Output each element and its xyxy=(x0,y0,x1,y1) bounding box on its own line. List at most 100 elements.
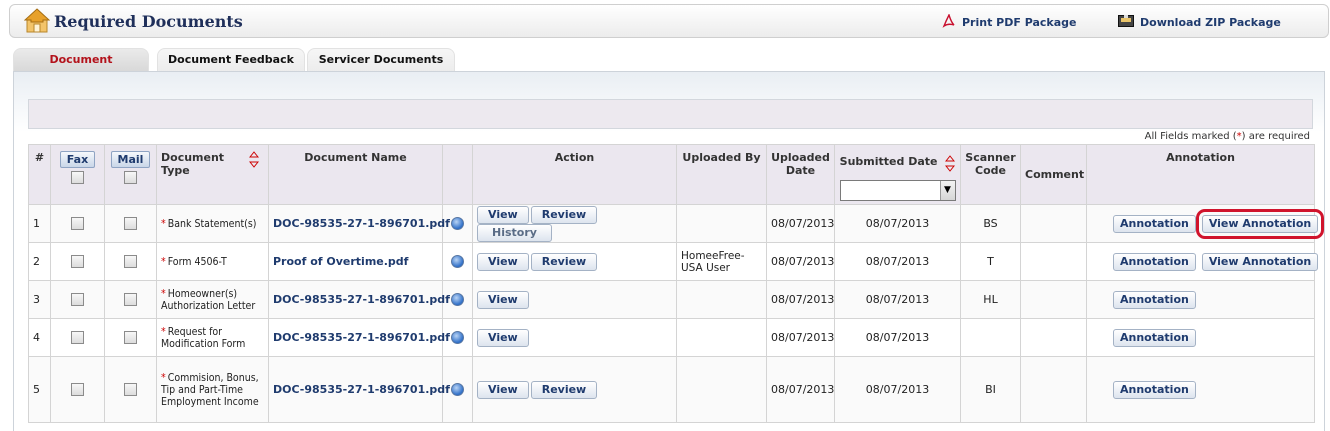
uploaded-date: 08/07/2013 xyxy=(766,242,835,281)
view-annotation-button[interactable]: View Annotation xyxy=(1195,208,1325,239)
fax-checkbox[interactable] xyxy=(71,255,84,269)
print-pdf-package-link[interactable]: Print PDF Package xyxy=(942,13,1077,31)
comment xyxy=(1020,318,1087,357)
document-name-link[interactable]: DOC-98535-27-1-896701.pdf xyxy=(273,217,450,230)
mail-checkbox[interactable] xyxy=(124,331,137,345)
toolbar-strip xyxy=(28,99,1313,129)
view-button[interactable]: View xyxy=(477,252,529,271)
col-header-comment: Comment xyxy=(1020,144,1087,205)
sort-arrows-icon[interactable] xyxy=(248,151,259,172)
fax-select-all-checkbox[interactable] xyxy=(71,171,84,184)
status-dot-icon xyxy=(451,255,464,269)
submitted-date: 08/07/2013 xyxy=(834,356,961,423)
view-annotation-button[interactable]: View Annotation xyxy=(1201,252,1319,271)
home-up-arrow-icon[interactable] xyxy=(23,8,51,34)
table-row: 2 * Form 4506-T Proof of Overtime.pdf Vie… xyxy=(28,242,1319,281)
uploaded-by xyxy=(676,204,767,243)
status-dot-icon xyxy=(451,383,464,397)
annotation-button[interactable]: Annotation xyxy=(1113,252,1196,271)
review-button[interactable]: Review xyxy=(530,380,598,399)
download-zip-package-link[interactable]: Download ZIP Package xyxy=(1118,14,1281,30)
tab-document-feedback[interactable]: Document Feedback xyxy=(157,48,305,72)
fax-checkbox[interactable] xyxy=(71,293,84,307)
pdf-icon xyxy=(942,13,956,31)
col-header-submitted-date: Submitted Date ▼ xyxy=(834,144,961,205)
document-type: * Form 4506-T xyxy=(156,242,269,281)
status-dot-icon xyxy=(451,293,464,307)
row-number: 2 xyxy=(28,242,51,281)
document-type: * Bank Statement(s) xyxy=(156,204,269,243)
view-button[interactable]: View xyxy=(477,380,529,399)
col-header-uploaded-by: Uploaded By xyxy=(676,144,767,205)
col-header-mail: Mail xyxy=(104,144,157,205)
tab-document[interactable]: Document xyxy=(13,48,149,72)
uploaded-date: 08/07/2013 xyxy=(766,356,835,423)
document-type: * Homeowner(s) Authorization Letter xyxy=(156,280,269,319)
annotation-button[interactable]: Annotation xyxy=(1113,290,1196,309)
fax-checkbox[interactable] xyxy=(71,331,84,345)
col-header-fax: Fax xyxy=(50,144,105,205)
mail-checkbox[interactable] xyxy=(124,255,137,269)
comment xyxy=(1020,204,1087,243)
table-row: 3 * Homeowner(s) Authorization Letter DOC… xyxy=(28,280,1315,319)
col-header-number: # xyxy=(28,144,51,205)
col-header-scanner-code: Scanner Code xyxy=(960,144,1021,205)
view-button[interactable]: View xyxy=(477,328,529,347)
header-bar: Required Documents Print PDF Package Dow… xyxy=(9,4,1329,38)
scanner-code: BS xyxy=(960,204,1021,243)
col-header-document-name: Document Name xyxy=(268,144,443,205)
submitted-date: 08/07/2013 xyxy=(834,318,961,357)
submitted-date: 08/07/2013 xyxy=(834,242,961,281)
view-button[interactable]: View xyxy=(477,205,529,224)
page-title: Required Documents xyxy=(54,12,243,31)
scanner-code: HL xyxy=(960,280,1021,319)
view-button[interactable]: View xyxy=(477,290,529,309)
submitted-date: 08/07/2013 xyxy=(834,280,961,319)
document-name-link[interactable]: DOC-98535-27-1-896701.pdf xyxy=(273,383,450,396)
review-button[interactable]: Review xyxy=(530,205,598,224)
mail-checkbox[interactable] xyxy=(124,383,137,397)
row-number: 1 xyxy=(28,204,51,243)
col-header-status xyxy=(442,144,473,205)
sort-arrows-icon[interactable] xyxy=(945,155,956,176)
fax-checkbox[interactable] xyxy=(71,217,84,231)
col-header-annotation: Annotation xyxy=(1086,144,1315,205)
tab-servicer-documents[interactable]: Servicer Documents xyxy=(307,48,455,72)
submitted-date-filter-select[interactable]: ▼ xyxy=(839,180,956,201)
review-button[interactable]: Review xyxy=(530,252,598,271)
scanner-code xyxy=(960,318,1021,357)
uploaded-by xyxy=(676,356,767,423)
annotation-button[interactable]: Annotation xyxy=(1113,214,1196,233)
document-type: * Commision, Bonus, Tip and Part-Time Emp… xyxy=(156,356,269,423)
row-number: 5 xyxy=(28,356,51,423)
scanner-code: BI xyxy=(960,356,1021,423)
row-number: 3 xyxy=(28,280,51,319)
zip-archive-icon xyxy=(1118,14,1134,30)
required-fields-note: All Fields marked (*) are required xyxy=(1144,131,1310,142)
mail-select-all-checkbox[interactable] xyxy=(124,171,137,184)
fax-checkbox[interactable] xyxy=(71,383,84,397)
table-header-row: # Fax Mail Document Type Document Name A… xyxy=(28,144,1315,205)
annotation-button[interactable]: Annotation xyxy=(1113,380,1196,399)
comment xyxy=(1020,356,1087,423)
mail-checkbox[interactable] xyxy=(124,217,137,231)
mail-select-all-button[interactable]: Mail xyxy=(110,151,151,168)
col-header-uploaded-date: Uploaded Date xyxy=(766,144,835,205)
print-pdf-package-label: Print PDF Package xyxy=(962,16,1077,29)
mail-checkbox[interactable] xyxy=(124,293,137,307)
annotation-button[interactable]: Annotation xyxy=(1113,328,1196,347)
uploaded-date: 08/07/2013 xyxy=(766,280,835,319)
document-name-link[interactable]: Proof of Overtime.pdf xyxy=(273,255,408,268)
fax-select-all-button[interactable]: Fax xyxy=(59,151,96,168)
comment xyxy=(1020,280,1087,319)
col-header-document-type[interactable]: Document Type xyxy=(156,144,269,205)
row-number: 4 xyxy=(28,318,51,357)
submitted-date: 08/07/2013 xyxy=(834,204,961,243)
table-row: 1 * Bank Statement(s) DOC-98535-27-1-8967… xyxy=(28,204,1325,243)
table-row: 5 * Commision, Bonus, Tip and Part-Time E… xyxy=(28,356,1315,423)
uploaded-by xyxy=(676,280,767,319)
history-button[interactable]: History xyxy=(477,223,552,242)
required-documents-table: # Fax Mail Document Type Document Name A… xyxy=(28,144,1325,423)
document-name-link[interactable]: DOC-98535-27-1-896701.pdf xyxy=(273,331,450,344)
document-name-link[interactable]: DOC-98535-27-1-896701.pdf xyxy=(273,293,450,306)
